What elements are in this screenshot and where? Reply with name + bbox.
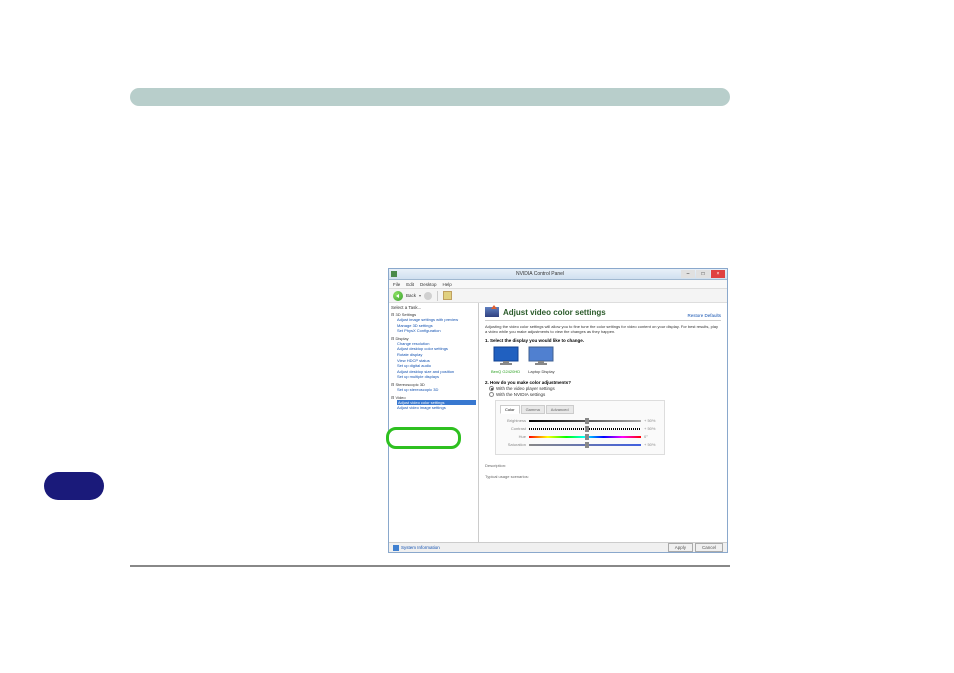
contrast-slider-row: Contrast + 50%	[500, 426, 660, 431]
step1-label: 1. Select the display you would like to …	[485, 338, 721, 343]
apply-button[interactable]: Apply	[668, 543, 693, 552]
radio-icon	[489, 386, 494, 391]
display-selector: BenQ G2420HD Laptop Display	[491, 346, 721, 374]
home-icon[interactable]	[443, 291, 452, 300]
display-1-label: BenQ G2420HD	[491, 369, 520, 374]
forward-button[interactable]	[424, 292, 432, 300]
hue-value: 0°	[644, 434, 660, 439]
close-button[interactable]: ×	[711, 270, 725, 278]
toolbar: Back ▾	[389, 289, 727, 303]
contrast-label: Contrast	[500, 426, 526, 431]
minimize-button[interactable]: –	[681, 270, 695, 278]
tree-item-physx[interactable]: Set PhysX Configuration	[397, 328, 476, 334]
menubar: File Edit Desktop Help	[389, 280, 727, 289]
menu-help[interactable]: Help	[443, 282, 452, 287]
panel-header: Adjust video color settings	[485, 307, 721, 321]
description-text: Typical usage scenarios:	[485, 474, 721, 479]
brightness-slider-row: Brightness + 50%	[500, 418, 660, 423]
color-adjustments-panel: Color Gamma Advanced Brightness + 50% Co…	[495, 400, 665, 455]
sidebar-title: Select a Task...	[391, 305, 476, 310]
description-section: Description: Typical usage scenarios:	[485, 463, 721, 479]
brightness-slider[interactable]	[529, 420, 641, 422]
back-label: Back	[406, 293, 416, 298]
monitor-icon	[493, 346, 519, 366]
menu-file[interactable]: File	[393, 282, 400, 287]
tree-item-stereo-3d[interactable]: Set up stereoscopic 3D	[397, 387, 476, 393]
statusbar: System Information Apply Cancel	[389, 542, 727, 552]
titlebar: NVIDIA Control Panel – □ ×	[389, 269, 727, 280]
tabs: Color Gamma Advanced	[500, 405, 660, 414]
main-panel: Adjust video color settings Restore Defa…	[479, 303, 727, 542]
panel-title: Adjust video color settings	[503, 308, 606, 317]
window-title: NVIDIA Control Panel	[399, 271, 681, 277]
app-icon	[391, 271, 397, 277]
radio-video-player[interactable]: With the video player settings	[489, 386, 721, 391]
note-pill	[44, 472, 104, 500]
cancel-button[interactable]: Cancel	[695, 543, 723, 552]
maximize-button[interactable]: □	[696, 270, 710, 278]
display-2-label: Laptop Display	[528, 369, 554, 374]
nvidia-control-panel-window: NVIDIA Control Panel – □ × File Edit Des…	[388, 268, 728, 553]
restore-defaults-link[interactable]: Restore Defaults	[687, 313, 721, 318]
hue-label: Hue	[500, 434, 526, 439]
contrast-slider[interactable]	[529, 428, 641, 430]
task-sidebar: Select a Task... ⊟ 3D Settings Adjust im…	[389, 303, 479, 542]
hue-slider-row: Hue 0°	[500, 434, 660, 439]
display-1[interactable]: BenQ G2420HD	[491, 346, 520, 374]
tab-advanced[interactable]: Advanced	[546, 405, 574, 414]
footer-rule	[130, 565, 730, 567]
section-header-bar	[130, 88, 730, 106]
saturation-label: Saturation	[500, 442, 526, 447]
tab-color[interactable]: Color	[500, 405, 520, 414]
radio-icon	[489, 392, 494, 397]
toolbar-separator	[437, 291, 438, 301]
saturation-value: + 50%	[644, 442, 660, 447]
highlight-annotation	[386, 427, 461, 449]
panel-description: Adjusting the video color settings will …	[485, 324, 721, 334]
window-controls: – □ ×	[681, 270, 725, 278]
radio-nvidia[interactable]: With the NVIDIA settings	[489, 392, 721, 397]
brightness-value: + 50%	[644, 418, 660, 423]
description-label: Description:	[485, 463, 721, 468]
system-info-link[interactable]: System Information	[393, 545, 440, 551]
saturation-slider-row: Saturation + 50%	[500, 442, 660, 447]
tab-gamma[interactable]: Gamma	[521, 405, 545, 414]
saturation-slider[interactable]	[529, 444, 641, 446]
tree-item-video-image[interactable]: Adjust video image settings	[397, 405, 476, 411]
hue-slider[interactable]	[529, 436, 641, 438]
monitor-icon	[528, 346, 554, 366]
display-2[interactable]: Laptop Display	[528, 346, 554, 374]
menu-edit[interactable]: Edit	[406, 282, 414, 287]
tree-item-multi-display[interactable]: Set up multiple displays	[397, 374, 476, 380]
menu-desktop[interactable]: Desktop	[420, 282, 437, 287]
back-button[interactable]	[393, 291, 403, 301]
step2-label: 2. How do you make color adjustments?	[485, 380, 721, 385]
contrast-value: + 50%	[644, 426, 660, 431]
video-color-icon	[485, 307, 499, 317]
brightness-label: Brightness	[500, 418, 526, 423]
info-icon	[393, 545, 399, 551]
